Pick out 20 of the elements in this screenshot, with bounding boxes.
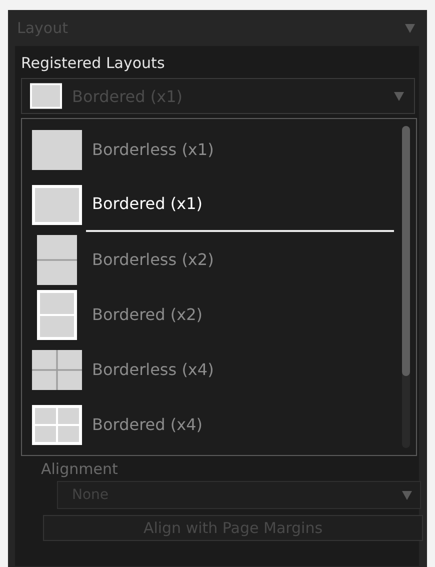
layout-option[interactable]: Borderless (x2) [22, 232, 402, 287]
section-title: Registered Layouts [20, 53, 166, 74]
four-pane-icon [32, 350, 82, 390]
layout-option[interactable]: Borderless (x1) [22, 122, 402, 177]
two-pane-icon [37, 234, 77, 284]
single-pane-icon [32, 130, 82, 170]
alignment-label: Alignment [40, 459, 119, 480]
scrollbar[interactable] [402, 126, 410, 448]
scrollbar-thumb[interactable] [402, 126, 410, 376]
single-pane-icon [32, 184, 82, 224]
caret-icon [405, 24, 415, 32]
four-pane-icon [32, 404, 82, 444]
layout-option[interactable]: Bordered (x2) [22, 287, 402, 342]
layout-option[interactable]: Borderless (x4) [22, 342, 402, 397]
caret-icon [394, 92, 404, 100]
single-pane-icon [30, 83, 62, 109]
layout-option[interactable]: Bordered (x1) [22, 177, 402, 232]
layout-option[interactable]: Bordered (x4) [22, 397, 402, 452]
two-pane-icon [37, 290, 77, 340]
caret-icon [402, 490, 412, 500]
